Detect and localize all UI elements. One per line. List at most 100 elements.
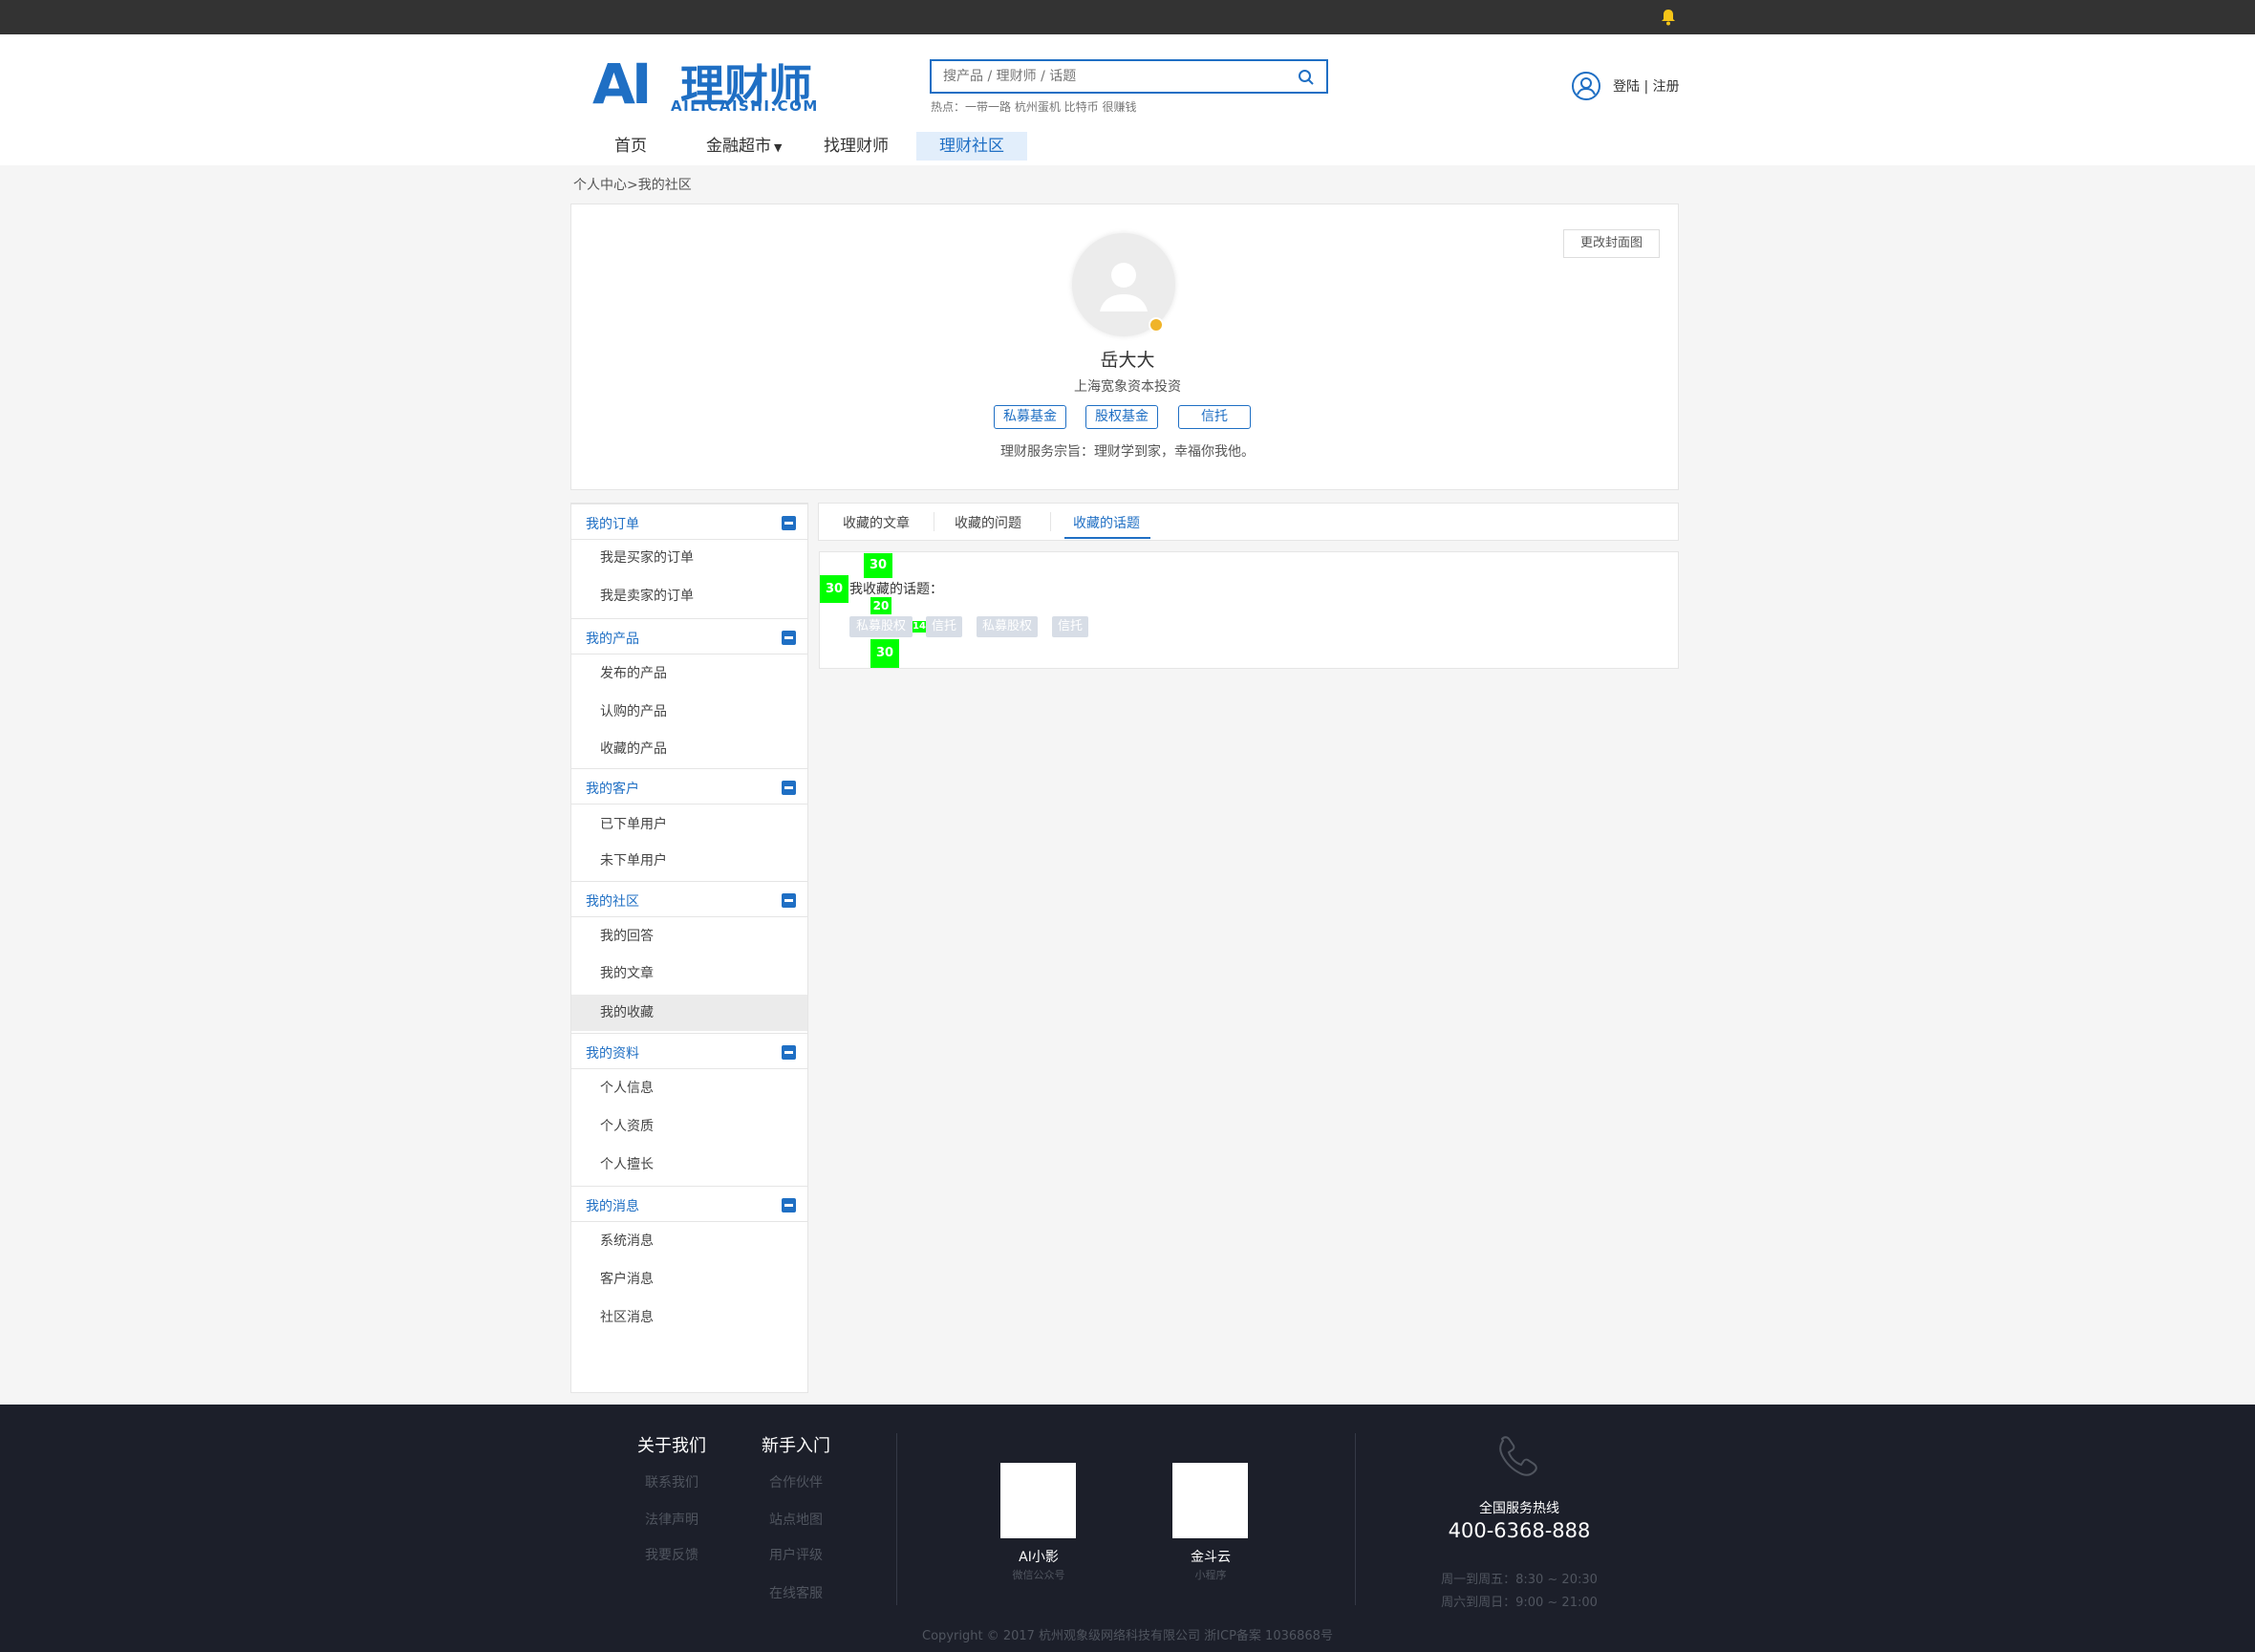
- nav-market[interactable]: 金融超市 ▼: [706, 132, 782, 161]
- sidebar-item[interactable]: 我是卖家的订单: [571, 578, 807, 614]
- tab-articles[interactable]: 收藏的文章: [843, 513, 910, 532]
- sidebar-item[interactable]: 已下单用户: [571, 806, 807, 843]
- sidebar-item[interactable]: 收藏的产品: [571, 731, 807, 767]
- tab-divider: [1050, 512, 1051, 531]
- sidebar-item[interactable]: 个人擅长: [571, 1147, 807, 1183]
- footer-link[interactable]: 合作伙伴: [769, 1472, 823, 1491]
- hotline-number: 400-6368-888: [1448, 1519, 1591, 1542]
- qr-sub: 微信公众号: [1012, 1569, 1065, 1581]
- collapse-icon[interactable]: [782, 1045, 796, 1060]
- spacing-marker: 30: [820, 575, 848, 603]
- topic-tag[interactable]: 私募股权: [849, 616, 913, 637]
- sidebar: 我的订单 我是买家的订单 我是卖家的订单 我的产品 发布的产品 认购的产品 收藏…: [570, 503, 808, 1393]
- sidebar-item[interactable]: 个人资质: [571, 1108, 807, 1145]
- sidebar-section-community[interactable]: 我的社区: [571, 881, 807, 917]
- spacing-marker: 30: [870, 639, 899, 668]
- collapse-icon[interactable]: [782, 893, 796, 908]
- user-icon[interactable]: [1571, 71, 1601, 101]
- footer-about-title: 关于我们: [637, 1436, 706, 1456]
- qr-sub: 小程序: [1194, 1569, 1227, 1581]
- sidebar-item[interactable]: 认购的产品: [571, 694, 807, 730]
- tab-bar: [818, 503, 1679, 541]
- sidebar-item-selected[interactable]: 我的收藏: [571, 995, 807, 1031]
- footer-link[interactable]: 联系我们: [645, 1472, 698, 1491]
- search-input[interactable]: [943, 65, 1278, 88]
- sidebar-item[interactable]: 个人信息: [571, 1070, 807, 1106]
- tag-trust[interactable]: 信托: [1178, 405, 1251, 429]
- sidebar-section-title: 我的订单: [586, 517, 639, 532]
- user-name: 岳大大: [1100, 350, 1155, 371]
- footer-link[interactable]: 法律声明: [645, 1510, 698, 1529]
- topic-tag[interactable]: 信托: [926, 616, 962, 637]
- footer-link[interactable]: 用户评级: [769, 1545, 823, 1564]
- sidebar-section-products[interactable]: 我的产品: [571, 618, 807, 654]
- user-motto: 理财服务宗旨：理财学到家，幸福你我他。: [1000, 444, 1255, 460]
- sidebar-item[interactable]: 系统消息: [571, 1223, 807, 1259]
- sidebar-section-title: 我的消息: [586, 1199, 639, 1214]
- sidebar-section-messages[interactable]: 我的消息: [571, 1186, 807, 1222]
- qr-name: 金斗云: [1191, 1550, 1231, 1565]
- qr-code-miniprogram: [1172, 1463, 1248, 1538]
- sidebar-section-orders[interactable]: 我的订单: [571, 504, 807, 540]
- copyright: Copyright © 2017 杭州观象级网络科技有限公司 浙ICP备案 10…: [922, 1629, 1333, 1643]
- tab-topics[interactable]: 收藏的话题: [1073, 513, 1140, 532]
- tab-questions[interactable]: 收藏的问题: [955, 513, 1021, 532]
- collapse-icon[interactable]: [782, 631, 796, 645]
- topics-label: 我收藏的话题：: [849, 582, 943, 597]
- sidebar-item[interactable]: 社区消息: [571, 1299, 807, 1336]
- sidebar-section-title: 我的客户: [586, 782, 639, 797]
- top-bar: [0, 0, 2255, 34]
- qr-code-wechat: [1000, 1463, 1076, 1538]
- search-icon[interactable]: [1298, 69, 1315, 86]
- logo-en: AILICAISHI.COM: [671, 97, 819, 115]
- spacing-marker: 30: [864, 553, 892, 578]
- hot-keywords[interactable]: 热点：一带一路 杭州蛋机 比特币 很赚钱: [931, 98, 1136, 115]
- sidebar-section-title: 我的社区: [586, 894, 639, 910]
- logo-ai: AI: [592, 52, 653, 117]
- nav-community[interactable]: 理财社区: [916, 132, 1027, 161]
- login-register-link[interactable]: 登陆 | 注册: [1613, 76, 1680, 96]
- nav-market-label: 金融超市: [706, 137, 771, 156]
- service-hours: 周一到周五：8:30 ~ 20:30: [1441, 1573, 1598, 1587]
- active-tab-indicator: [1064, 537, 1150, 539]
- collapse-icon[interactable]: [782, 781, 796, 795]
- caret-down-icon: ▼: [774, 141, 783, 154]
- sidebar-section-profile[interactable]: 我的资料: [571, 1033, 807, 1069]
- sidebar-section-title: 我的资料: [586, 1046, 639, 1062]
- sidebar-item[interactable]: 客户消息: [571, 1261, 807, 1298]
- topic-tag[interactable]: 信托: [1052, 616, 1088, 637]
- phone-icon: [1499, 1436, 1537, 1476]
- collapse-icon[interactable]: [782, 516, 796, 530]
- footer-divider: [896, 1433, 897, 1605]
- footer-link[interactable]: 我要反馈: [645, 1545, 698, 1564]
- sidebar-item[interactable]: 我的文章: [571, 955, 807, 992]
- site-logo[interactable]: AI 理财师 AILICAISHI.COM: [592, 52, 819, 117]
- footer-link[interactable]: 站点地图: [769, 1510, 823, 1529]
- sidebar-section-customers[interactable]: 我的客户: [571, 768, 807, 805]
- sidebar-item[interactable]: 未下单用户: [571, 843, 807, 879]
- sidebar-item[interactable]: 发布的产品: [571, 655, 807, 692]
- breadcrumb: 个人中心>我的社区: [573, 178, 692, 193]
- footer-link[interactable]: 在线客服: [769, 1583, 823, 1602]
- topic-tag[interactable]: 私募股权: [977, 616, 1038, 637]
- collapse-icon[interactable]: [782, 1198, 796, 1212]
- spacing-marker: 20: [870, 597, 891, 614]
- sidebar-section-title: 我的产品: [586, 632, 639, 647]
- spacing-marker: 14: [913, 621, 926, 633]
- tag-private-fund[interactable]: 私募基金: [994, 405, 1066, 429]
- footer-divider: [1355, 1433, 1356, 1605]
- hotline-label: 全国服务热线: [1479, 1501, 1559, 1516]
- nav-home[interactable]: 首页: [614, 132, 647, 161]
- user-company: 上海宽象资本投资: [1074, 379, 1181, 395]
- bell-icon[interactable]: [1661, 9, 1676, 26]
- sidebar-item[interactable]: 我的回答: [571, 918, 807, 955]
- verified-badge-icon: [1149, 317, 1164, 333]
- change-cover-button[interactable]: 更改封面图: [1563, 229, 1660, 258]
- tag-equity-fund[interactable]: 股权基金: [1085, 405, 1158, 429]
- search-box: [930, 59, 1328, 94]
- content-panel: [819, 551, 1679, 669]
- sidebar-item[interactable]: 我是买家的订单: [571, 540, 807, 576]
- service-hours: 周六到周日：9:00 ~ 21:00: [1441, 1596, 1598, 1610]
- nav-advisor[interactable]: 找理财师: [824, 132, 889, 161]
- qr-name: AI小影: [1019, 1550, 1059, 1565]
